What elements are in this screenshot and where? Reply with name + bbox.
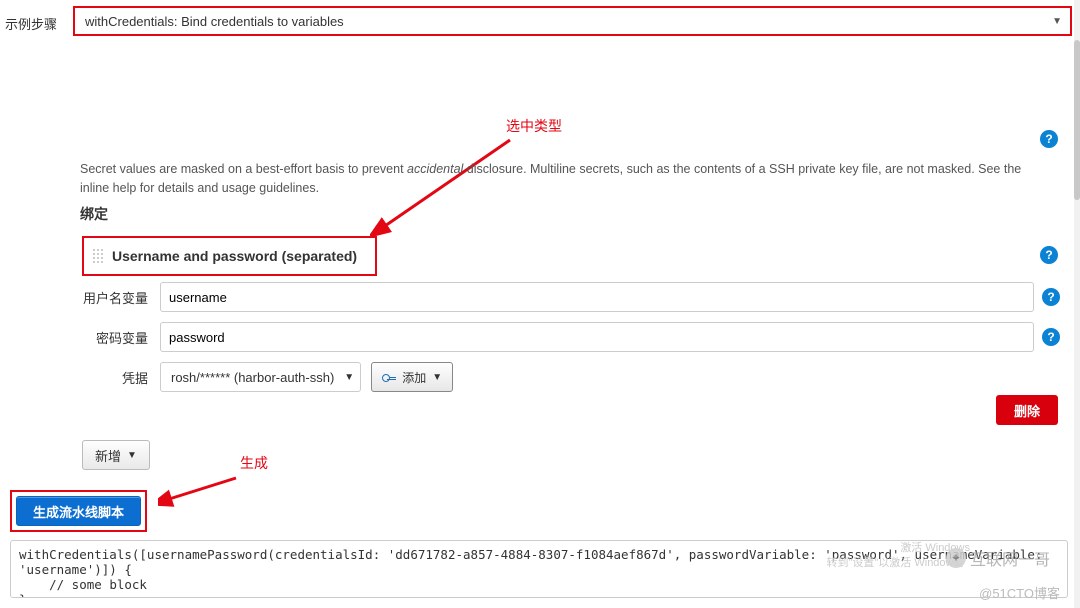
chevron-down-icon: ▼ bbox=[344, 372, 354, 383]
desc-italic: accidental bbox=[407, 162, 463, 176]
chevron-down-icon: ▼ bbox=[432, 372, 442, 383]
sample-step-select[interactable]: withCredentials: Bind credentials to var… bbox=[73, 6, 1072, 36]
add-credential-label: 添加 bbox=[402, 369, 426, 386]
binding-form: 用户名变量 ? 密码变量 ? 凭据 rosh/****** (harbor-au… bbox=[80, 282, 1060, 402]
password-var-label: 密码变量 bbox=[80, 328, 160, 347]
username-var-label: 用户名变量 bbox=[80, 288, 160, 307]
desc-prefix: Secret values are masked on a best-effor… bbox=[80, 162, 407, 176]
binding-header[interactable]: Username and password (separated) bbox=[82, 236, 377, 276]
username-var-input[interactable] bbox=[160, 282, 1034, 312]
section-binding-title: 绑定 bbox=[80, 204, 108, 224]
add-binding-label: 新增 bbox=[95, 446, 121, 465]
binding-type-title: Username and password (separated) bbox=[112, 248, 357, 264]
watermark-footer: @51CTO博客 bbox=[979, 583, 1060, 602]
credential-value: rosh/****** (harbor-auth-ssh) bbox=[171, 370, 334, 385]
chevron-down-icon: ▼ bbox=[127, 450, 137, 461]
wechat-icon: ✦ bbox=[946, 548, 966, 568]
help-icon[interactable]: ? bbox=[1042, 328, 1060, 346]
sample-step-label: 示例步骤 bbox=[5, 10, 73, 33]
credential-label: 凭据 bbox=[80, 368, 160, 387]
annotation-generate: 生成 bbox=[240, 453, 268, 473]
add-binding-button[interactable]: 新增 ▼ bbox=[82, 440, 150, 470]
delete-button[interactable]: 删除 bbox=[996, 395, 1058, 425]
generate-pipeline-button[interactable]: 生成流水线脚本 bbox=[16, 496, 141, 526]
vertical-scrollbar-thumb[interactable] bbox=[1074, 40, 1080, 200]
chevron-down-icon: ▼ bbox=[1052, 16, 1062, 27]
description-text: Secret values are masked on a best-effor… bbox=[80, 160, 1052, 198]
help-icon[interactable]: ? bbox=[1042, 288, 1060, 306]
password-var-input[interactable] bbox=[160, 322, 1034, 352]
help-icon[interactable]: ? bbox=[1040, 130, 1058, 148]
generate-button-highlight: 生成流水线脚本 bbox=[10, 490, 147, 532]
sample-step-value: withCredentials: Bind credentials to var… bbox=[85, 14, 344, 29]
watermark-source: ✦ 互联网一哥 bbox=[946, 546, 1050, 570]
add-credential-button[interactable]: 添加 ▼ bbox=[371, 362, 453, 392]
drag-handle-icon[interactable] bbox=[92, 248, 104, 264]
annotation-select-type: 选中类型 bbox=[506, 116, 562, 136]
help-icon[interactable]: ? bbox=[1040, 246, 1058, 264]
key-icon bbox=[382, 372, 396, 382]
credential-select[interactable]: rosh/****** (harbor-auth-ssh) ▼ bbox=[160, 362, 361, 392]
annotation-arrow-generate bbox=[158, 470, 248, 510]
